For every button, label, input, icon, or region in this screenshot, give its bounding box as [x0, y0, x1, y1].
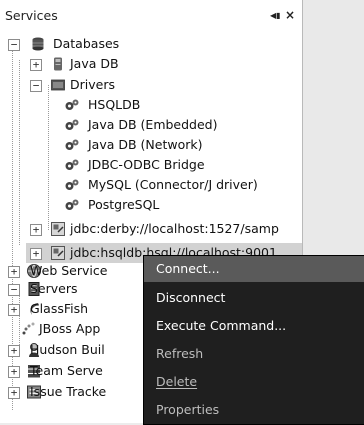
tree-node-driver[interactable]: HSQLDB [0, 95, 302, 115]
expand-icon[interactable]: + [8, 387, 20, 399]
close-icon[interactable]: × [285, 8, 297, 22]
connection-icon [51, 246, 65, 260]
expand-icon[interactable]: + [30, 59, 42, 71]
tree-label: Servers [30, 281, 78, 296]
expand-icon[interactable]: + [8, 345, 20, 357]
folder-icon [51, 79, 65, 91]
menu-item-label: Refresh [156, 346, 204, 361]
java-db-icon [54, 57, 62, 71]
menu-item-execute-command[interactable]: Execute Command... [144, 313, 364, 339]
tree-node-connection[interactable]: + jdbc:derby://localhost:1527/samp [0, 219, 302, 239]
tree-node-driver[interactable]: PostgreSQL [0, 195, 302, 215]
tree-label: Java DB [70, 56, 119, 71]
driver-gear-icon [65, 139, 79, 150]
menu-item-label: Disconnect [156, 290, 226, 305]
panel-title: Services [5, 8, 58, 23]
tree-node-drivers[interactable]: − Drivers [0, 75, 302, 95]
tree-node-driver[interactable]: Java DB (Network) [0, 135, 302, 155]
minimize-icon[interactable]: ◀▮ [270, 10, 282, 22]
menu-item-connect[interactable]: Connect... [144, 256, 364, 282]
menu-item-properties[interactable]: Properties [144, 397, 364, 423]
driver-gear-icon [65, 199, 79, 210]
expand-icon[interactable]: + [8, 366, 20, 378]
tree-label: Drivers [70, 77, 115, 92]
tree-node-java-db[interactable]: + Java DB [0, 54, 302, 74]
connection-icon [51, 222, 65, 236]
collapse-icon[interactable]: − [8, 39, 20, 51]
collapse-icon[interactable]: − [8, 284, 20, 296]
menu-item-label: Connect... [156, 261, 220, 276]
tree-label: Issue Tracke [30, 384, 107, 399]
tree-node-databases[interactable]: − Databases [0, 34, 302, 54]
tree-label: Team Serve [30, 363, 103, 378]
tree-label: JDBC-ODBC Bridge [88, 157, 205, 172]
context-menu: Connect... Disconnect Execute Command...… [143, 255, 364, 425]
expand-icon[interactable]: + [30, 248, 42, 260]
menu-item-label: Delete [156, 374, 198, 389]
driver-gear-icon [65, 99, 79, 110]
tree-label: jdbc:derby://localhost:1527/samp [70, 221, 279, 236]
tree-node-driver[interactable]: MySQL (Connector/J driver) [0, 175, 302, 195]
tree-label: Web Service [30, 263, 108, 278]
menu-item-label: Properties [156, 402, 220, 417]
driver-gear-icon [65, 179, 79, 190]
tree-node-driver[interactable]: Java DB (Embedded) [0, 115, 302, 135]
expand-icon[interactable]: + [30, 224, 42, 236]
tree-label: Databases [53, 36, 120, 51]
menu-item-delete[interactable]: Delete [144, 369, 364, 395]
tree-label: HSQLDB [88, 97, 141, 112]
menu-item-label: Execute Command... [156, 318, 287, 333]
expand-icon[interactable]: + [8, 304, 20, 316]
jboss-icon [22, 322, 35, 335]
driver-gear-icon [65, 119, 79, 130]
collapse-icon[interactable]: − [30, 80, 42, 92]
tree-label: PostgreSQL [88, 197, 160, 212]
menu-item-disconnect[interactable]: Disconnect [144, 285, 364, 311]
expand-icon[interactable]: + [8, 266, 20, 278]
tree-label: Java DB (Network) [88, 137, 203, 152]
menu-item-refresh[interactable]: Refresh [144, 341, 364, 367]
tree-label: JBoss App [39, 321, 101, 336]
tree-label: Hudson Buil [30, 342, 105, 357]
tree-label: MySQL (Connector/J driver) [88, 177, 258, 192]
tree-label: GlassFish [30, 301, 89, 316]
tree-node-driver[interactable]: JDBC-ODBC Bridge [0, 155, 302, 175]
database-icon [32, 37, 44, 51]
tree-label: Java DB (Embedded) [88, 117, 218, 132]
driver-gear-icon [65, 159, 79, 170]
panel-titlebar: Services ◀▮ × [0, 0, 302, 24]
